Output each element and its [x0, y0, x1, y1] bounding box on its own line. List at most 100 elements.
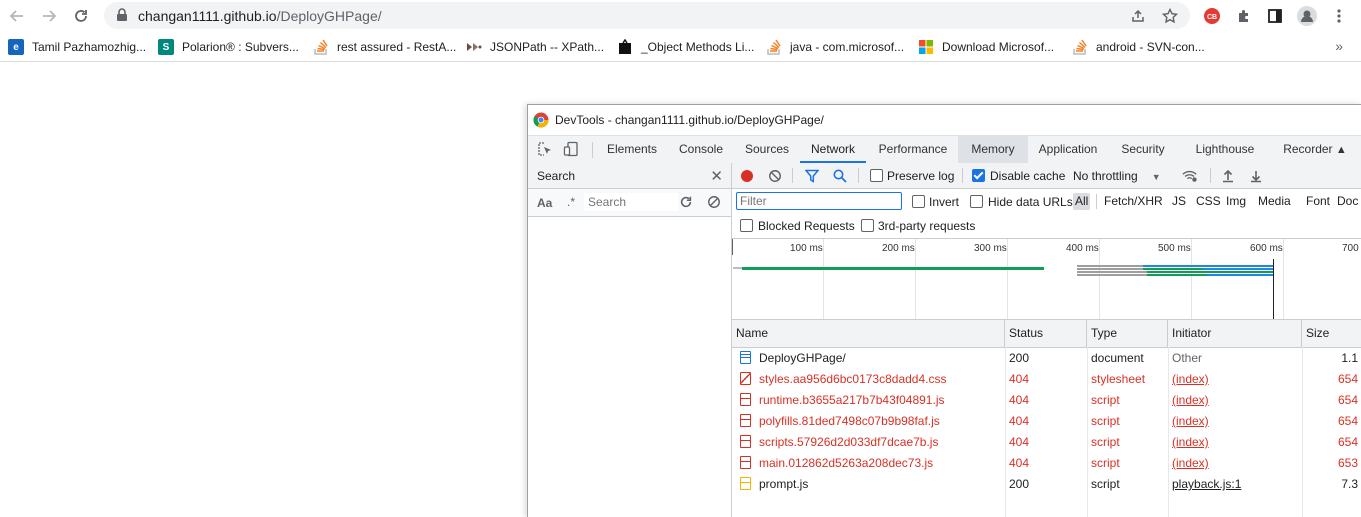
- table-row[interactable]: main.012862d5263a208dec73.js 404 script (in…: [732, 453, 1361, 474]
- tab-network[interactable]: Network: [800, 136, 866, 163]
- cell-size: 654: [1302, 432, 1361, 453]
- column-header-initiator[interactable]: Initiator: [1168, 320, 1302, 347]
- request-name: runtime.b3655a217b7b43f04891.js: [759, 393, 945, 407]
- lock-icon[interactable]: [116, 8, 128, 22]
- table-row[interactable]: runtime.b3655a217b7b43f04891.js 404 script…: [732, 390, 1361, 411]
- kebab-menu-icon[interactable]: [1329, 6, 1349, 26]
- throttling-select[interactable]: No throttling ▼: [1073, 169, 1161, 183]
- column-header-size[interactable]: Size: [1302, 320, 1361, 347]
- bookmark-item[interactable]: rest assured - RestA...: [313, 38, 456, 56]
- filter-input[interactable]: [736, 192, 902, 210]
- timeline-tick-label: 200 ms: [882, 243, 915, 254]
- table-row[interactable]: DeployGHPage/200 document Other 1.1: [732, 348, 1361, 369]
- tab-console[interactable]: Console: [668, 136, 734, 163]
- cell-initiator[interactable]: (index): [1168, 432, 1302, 453]
- bookmark-item[interactable]: JSONPath -- XPath...: [466, 38, 604, 56]
- column-header-type[interactable]: Type: [1087, 320, 1168, 347]
- extension-badge-icon[interactable]: CB: [1202, 6, 1222, 26]
- cell-status: 404: [1005, 369, 1087, 390]
- profile-avatar-icon[interactable]: [1297, 6, 1317, 26]
- column-header-name[interactable]: Name: [732, 320, 1005, 347]
- reload-icon[interactable]: [71, 6, 91, 26]
- third-party-requests-checkbox[interactable]: [861, 219, 874, 232]
- tab-recorder[interactable]: Recorder ▲: [1272, 136, 1358, 163]
- match-case-toggle[interactable]: Aa: [537, 196, 552, 210]
- network-conditions-wifi-icon[interactable]: [1182, 168, 1198, 184]
- tab-elements[interactable]: Elements: [600, 136, 664, 163]
- type-filter-all[interactable]: All: [1073, 193, 1091, 210]
- bookmark-item[interactable]: Download Microsof...: [918, 38, 1054, 56]
- cell-initiator[interactable]: (index): [1168, 411, 1302, 432]
- timeline-tick-label: 500 ms: [1158, 243, 1191, 254]
- table-row[interactable]: styles.aa956d6bc0173c8dadd4.css 404 styles…: [732, 369, 1361, 390]
- inspect-element-icon[interactable]: [537, 141, 553, 157]
- address-bar[interactable]: changan1111.github.io/DeployGHPage/: [104, 2, 1190, 29]
- blocked-requests-checkbox[interactable]: [740, 219, 753, 232]
- bookmark-item[interactable]: android - SVN-con...: [1072, 38, 1205, 56]
- clear-search-icon[interactable]: [706, 194, 722, 210]
- table-row[interactable]: polyfills.81ded7498c07b9b98faf.js 404 scri…: [732, 411, 1361, 432]
- search-icon[interactable]: [832, 168, 848, 184]
- table-row[interactable]: prompt.js 200 script playback.js:1 7.3: [732, 474, 1361, 495]
- tab-sources[interactable]: Sources: [736, 136, 798, 163]
- hide-data-urls-checkbox[interactable]: [970, 195, 983, 208]
- search-options-bar: Aa .*: [528, 189, 731, 217]
- cell-initiator[interactable]: (index): [1168, 390, 1302, 411]
- side-panel-icon[interactable]: [1265, 6, 1285, 26]
- device-toolbar-icon[interactable]: [563, 141, 579, 157]
- cell-initiator[interactable]: (index): [1168, 453, 1302, 474]
- forward-arrow-icon[interactable]: [39, 6, 59, 26]
- cell-name: prompt.js: [732, 474, 1005, 495]
- type-filter-doc[interactable]: Doc: [1335, 193, 1360, 210]
- disable-cache-checkbox[interactable]: [972, 169, 985, 182]
- search-input[interactable]: [584, 193, 678, 211]
- type-filter-font[interactable]: Font: [1304, 193, 1332, 210]
- bookmark-item[interactable]: _Object Methods Li...: [617, 38, 754, 56]
- more-bookmarks-chevron-icon[interactable]: »: [1335, 38, 1343, 54]
- type-filter-img[interactable]: Img: [1224, 193, 1248, 210]
- cell-size: 654: [1302, 369, 1361, 390]
- cell-initiator[interactable]: playback.js:1: [1168, 474, 1302, 495]
- timeline-gridline: [915, 239, 916, 319]
- cell-size: 1.1: [1302, 348, 1361, 369]
- type-filter-css[interactable]: CSS: [1194, 193, 1223, 210]
- extensions-puzzle-icon[interactable]: [1234, 6, 1254, 26]
- export-har-icon[interactable]: [1248, 168, 1264, 184]
- toolbar-separator: [962, 168, 963, 183]
- timeline-bar-request: [1147, 271, 1273, 273]
- type-filter-fetch-xhr[interactable]: Fetch/XHR: [1102, 193, 1165, 210]
- type-filter-media[interactable]: Media: [1256, 193, 1293, 210]
- devtools-title: DevTools - changan1111.github.io/DeployG…: [555, 113, 824, 127]
- url-text[interactable]: changan1111.github.io/DeployGHPage/: [138, 8, 382, 24]
- invert-checkbox[interactable]: [912, 195, 925, 208]
- tab-performance[interactable]: Performance: [870, 136, 956, 163]
- close-search-icon[interactable]: ✕: [710, 167, 723, 185]
- network-overview-timeline[interactable]: 100 ms 200 ms 300 ms 400 ms 500 ms 600 m…: [732, 239, 1361, 320]
- preserve-log-checkbox[interactable]: [870, 169, 883, 182]
- back-arrow-icon[interactable]: [7, 6, 27, 26]
- clear-log-icon[interactable]: [767, 168, 783, 184]
- tab-memory[interactable]: Memory: [958, 136, 1028, 163]
- column-header-status[interactable]: Status: [1005, 320, 1087, 347]
- table-row[interactable]: scripts.57926d2d033df7dcae7b.js 404 script…: [732, 432, 1361, 453]
- import-har-icon[interactable]: [1220, 168, 1236, 184]
- type-filter-js[interactable]: JS: [1170, 193, 1188, 210]
- record-icon[interactable]: [739, 168, 755, 184]
- timeline-bar-request: [1077, 274, 1147, 276]
- cell-type: script: [1087, 411, 1168, 432]
- bookmark-item[interactable]: e Tamil Pazhamozhig...: [8, 38, 146, 56]
- request-name: scripts.57926d2d033df7dcae7b.js: [759, 435, 939, 449]
- cell-type: script: [1087, 390, 1168, 411]
- filter-funnel-icon[interactable]: [804, 168, 820, 184]
- bookmark-item[interactable]: S Polarion® : Subvers...: [158, 38, 299, 56]
- bookmark-star-icon[interactable]: [1160, 6, 1180, 26]
- bookmark-item[interactable]: java - com.microsof...: [766, 38, 904, 56]
- tab-security[interactable]: Security: [1112, 136, 1174, 163]
- cell-text: 404: [1009, 414, 1030, 428]
- refresh-search-icon[interactable]: [678, 194, 694, 210]
- cell-initiator[interactable]: (index): [1168, 369, 1302, 390]
- regex-toggle[interactable]: .*: [567, 195, 575, 209]
- share-icon[interactable]: [1128, 6, 1148, 26]
- tab-lighthouse[interactable]: Lighthouse: [1180, 136, 1270, 163]
- tab-application[interactable]: Application: [1030, 136, 1106, 163]
